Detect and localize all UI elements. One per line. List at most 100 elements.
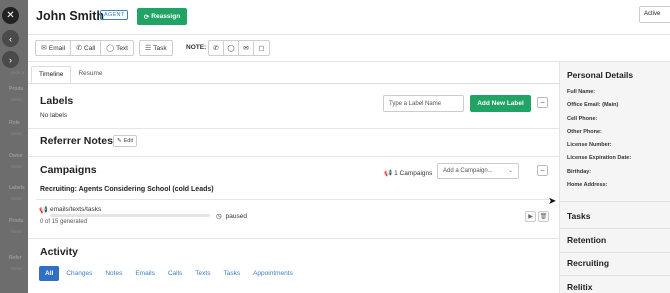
reassign-button[interactable]: ⟳ Reassign bbox=[137, 8, 187, 25]
campaign-divider bbox=[36, 199, 552, 200]
edit-referrer-notes-button[interactable]: ✎ Edit bbox=[113, 135, 138, 147]
campaign-status-label: paused bbox=[225, 212, 247, 220]
note-text-button[interactable]: ◯ bbox=[224, 41, 239, 55]
activity-tab-emails[interactable]: Emails bbox=[129, 266, 161, 281]
task-button[interactable]: ☰ Task bbox=[140, 41, 172, 55]
note-actions-group: ✆ ◯ ✉ ▢ bbox=[208, 40, 270, 56]
clock-icon: ◷ bbox=[216, 213, 222, 220]
detail-office-email: Office Email: (Main) bbox=[567, 102, 619, 108]
sidebar-section-retention[interactable]: Retention bbox=[567, 235, 606, 245]
campaigns-title: Campaigns bbox=[40, 164, 97, 176]
campaign-status: ◷ paused bbox=[216, 212, 247, 221]
detail-home-address: Home Address: bbox=[567, 182, 608, 188]
chat-icon: ◯ bbox=[106, 45, 115, 52]
phone-icon: ✆ bbox=[76, 45, 83, 52]
collapse-campaigns-button[interactable]: − bbox=[537, 165, 548, 176]
sidebar-section-tasks[interactable]: Tasks bbox=[567, 211, 590, 221]
detail-full-name: Full Name: bbox=[567, 89, 596, 95]
note-icon: ▢ bbox=[258, 45, 265, 52]
activity-tab-calls[interactable]: Calls bbox=[162, 266, 188, 281]
bg-item-label: Produ bbox=[9, 218, 24, 224]
labels-title: Labels bbox=[40, 95, 74, 107]
add-new-label-button[interactable]: Add New Label bbox=[470, 95, 531, 112]
mail-icon: ✉ bbox=[41, 45, 47, 52]
bg-item-label: Role bbox=[9, 120, 20, 126]
bg-item-label: Labels bbox=[9, 185, 25, 191]
activity-title: Activity bbox=[40, 246, 78, 258]
sidebar-divider bbox=[560, 228, 670, 229]
bg-item-sub: Selec bbox=[11, 131, 23, 136]
campaign-progress-bar bbox=[50, 214, 210, 217]
task-label: Task bbox=[153, 44, 167, 52]
contact-actions-group: ✉ Email ✆ Call ◯ Text bbox=[35, 40, 134, 56]
megaphone-icon: 📢 bbox=[39, 207, 48, 214]
contact-name: John Smith bbox=[36, 9, 105, 23]
detail-cell-phone: Cell Phone: bbox=[567, 116, 598, 122]
campaign-name: Recruiting: Agents Considering School (c… bbox=[40, 186, 214, 193]
play-icon[interactable]: ▶ bbox=[525, 211, 536, 222]
bg-item-sub: Selec bbox=[11, 164, 23, 169]
reassign-label: Reassign bbox=[151, 13, 181, 20]
email-label: Email bbox=[48, 44, 66, 52]
phone-icon: ✆ bbox=[213, 45, 219, 52]
section-divider bbox=[28, 238, 560, 239]
tab-timeline[interactable]: Timeline bbox=[31, 66, 72, 83]
panel-header: John Smith AGENT ⟳ Reassign Active bbox=[28, 0, 670, 34]
referrer-notes-title: Referrer Notes bbox=[40, 135, 113, 147]
detail-license-expiration: License Expiration Date: bbox=[567, 155, 632, 161]
activity-filter-tabs: All Changes Notes Emails Calls Texts Tas… bbox=[39, 266, 299, 281]
section-divider bbox=[28, 156, 560, 157]
activity-tab-tasks[interactable]: Tasks bbox=[217, 266, 246, 281]
edit-label: Edit bbox=[123, 138, 134, 144]
email-button[interactable]: ✉ Email bbox=[36, 41, 72, 55]
chat-icon: ◯ bbox=[227, 45, 235, 52]
task-group: ☰ Task bbox=[139, 40, 173, 56]
section-divider bbox=[28, 128, 560, 129]
chevron-right-icon[interactable]: › bbox=[2, 51, 19, 68]
activity-tab-changes[interactable]: Changes bbox=[60, 266, 98, 281]
activity-tab-all[interactable]: All bbox=[39, 266, 60, 281]
bg-item-sub: Selec bbox=[11, 229, 23, 234]
bg-item-sub: Selec bbox=[11, 97, 23, 102]
activity-tab-texts[interactable]: Texts bbox=[189, 266, 216, 281]
tab-resume[interactable]: Resume bbox=[71, 66, 109, 83]
mouse-cursor-icon: ➤ bbox=[548, 196, 557, 207]
campaign-count-label: 1 Campaigns bbox=[394, 169, 433, 177]
trash-icon[interactable]: 🗑 bbox=[538, 211, 549, 222]
detail-birthday: Birthday: bbox=[567, 169, 592, 175]
note-email-button[interactable]: ✉ bbox=[239, 41, 254, 55]
label-name-input[interactable]: Type a Label Name bbox=[383, 95, 464, 112]
status-select[interactable]: Active bbox=[639, 6, 670, 23]
labels-empty-text: No labels bbox=[40, 112, 68, 119]
megaphone-icon: 📢 bbox=[384, 170, 393, 177]
collapse-labels-button[interactable]: − bbox=[537, 97, 548, 108]
list-icon: ☰ bbox=[145, 45, 152, 52]
sidebar-divider bbox=[560, 201, 670, 202]
detail-other-phone: Other Phone: bbox=[567, 129, 602, 135]
note-sticky-button[interactable]: ▢ bbox=[254, 41, 269, 55]
note-call-button[interactable]: ✆ bbox=[209, 41, 224, 55]
sidebar-section-recruiting[interactable]: Recruiting bbox=[567, 258, 609, 268]
chevron-left-icon[interactable]: ‹ bbox=[2, 30, 19, 47]
personal-details-title: Personal Details bbox=[567, 70, 634, 80]
campaign-generated-count: 0 of 15 generated bbox=[40, 219, 88, 225]
agent-badge: AGENT bbox=[100, 10, 129, 20]
campaign-row-name: emails/texts/tasks bbox=[50, 206, 102, 213]
sidebar-section-relitix[interactable]: Relitix bbox=[567, 282, 593, 292]
activity-tab-appointments[interactable]: Appointments bbox=[247, 266, 299, 281]
bg-text: Hide a bbox=[11, 70, 25, 75]
text-label: Text bbox=[116, 44, 128, 52]
text-button[interactable]: ◯ Text bbox=[101, 41, 133, 55]
close-icon[interactable]: ✕ bbox=[2, 7, 19, 24]
call-button[interactable]: ✆ Call bbox=[71, 41, 102, 55]
add-campaign-select[interactable]: Add a Campaign... ⌄ bbox=[437, 163, 519, 179]
sidebar-divider bbox=[560, 275, 670, 276]
activity-tab-notes[interactable]: Notes bbox=[99, 266, 128, 281]
bg-item-label: Produ bbox=[9, 86, 24, 92]
sidebar-divider bbox=[560, 252, 670, 253]
edit-icon: ✎ bbox=[117, 138, 122, 144]
chevron-down-icon: ⌄ bbox=[507, 168, 513, 174]
add-campaign-placeholder: Add a Campaign... bbox=[443, 168, 493, 174]
mail-icon: ✉ bbox=[243, 45, 249, 52]
call-label: Call bbox=[84, 44, 96, 52]
